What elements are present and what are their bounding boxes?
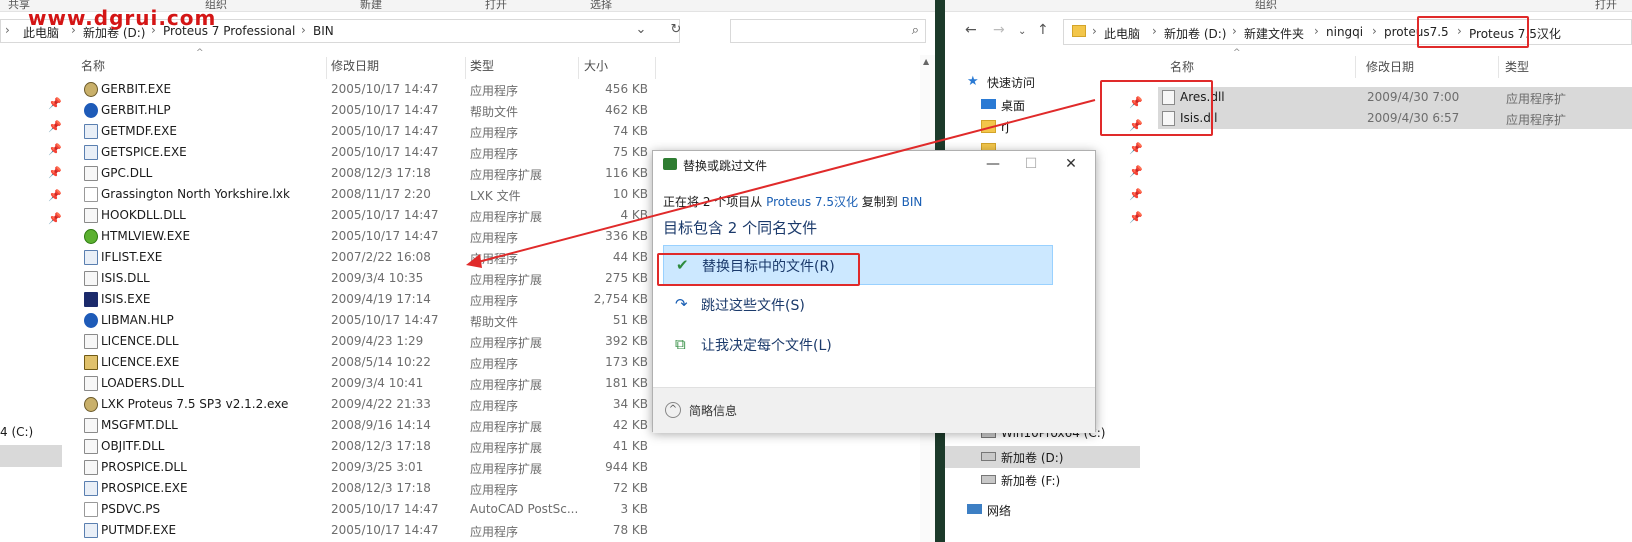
arrow-line — [477, 99, 1096, 263]
watermark-logo: www.dgrui.com — [28, 6, 217, 30]
arrow-head — [466, 254, 482, 268]
screen: 共享 组织 新建 打开 选择 › 此电脑 › 新加卷 (D:) › Proteu… — [0, 0, 1632, 542]
annotation-arrow — [466, 99, 1096, 268]
